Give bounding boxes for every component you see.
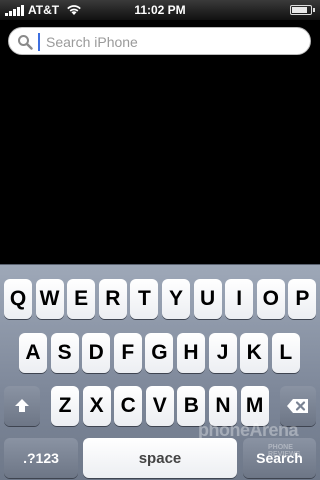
watermark-subtext: PHONE REVIEWS xyxy=(268,444,301,458)
key-h[interactable]: H xyxy=(177,333,205,373)
key-k[interactable]: K xyxy=(240,333,269,373)
key-o[interactable]: O xyxy=(256,279,285,319)
numbers-key[interactable]: .?123 xyxy=(4,438,78,478)
battery-icon xyxy=(290,5,315,15)
key-c[interactable]: C xyxy=(114,386,143,426)
key-i[interactable]: I xyxy=(225,279,254,319)
key-l[interactable]: L xyxy=(271,333,300,373)
key-j[interactable]: J xyxy=(208,333,237,373)
search-icon xyxy=(18,35,33,50)
key-a[interactable]: A xyxy=(19,333,47,373)
key-u[interactable]: U xyxy=(193,279,222,319)
key-s[interactable]: S xyxy=(50,333,79,373)
shift-key[interactable] xyxy=(4,386,40,426)
key-z[interactable]: Z xyxy=(51,386,79,426)
key-g[interactable]: G xyxy=(145,333,174,373)
key-p[interactable]: P xyxy=(288,279,317,319)
search-input[interactable]: Search iPhone xyxy=(8,27,311,55)
search-bar: Search iPhone xyxy=(0,20,320,64)
text-cursor xyxy=(38,33,40,51)
status-bar: AT&T 11:02 PM xyxy=(0,0,320,20)
key-d[interactable]: D xyxy=(82,333,111,373)
clock: 11:02 PM xyxy=(134,3,186,17)
backspace-icon xyxy=(287,399,308,413)
key-y[interactable]: Y xyxy=(162,279,190,319)
key-x[interactable]: X xyxy=(82,386,111,426)
shift-icon xyxy=(15,399,29,412)
search-placeholder: Search iPhone xyxy=(46,34,138,50)
space-key[interactable]: space xyxy=(83,438,237,478)
key-f[interactable]: F xyxy=(113,333,142,373)
key-v[interactable]: V xyxy=(145,386,174,426)
watermark-text: phoneArena xyxy=(198,420,299,440)
key-w[interactable]: W xyxy=(35,279,64,319)
key-e[interactable]: E xyxy=(67,279,96,319)
key-r[interactable]: R xyxy=(98,279,127,319)
key-q[interactable]: Q xyxy=(4,279,32,319)
key-t[interactable]: T xyxy=(130,279,159,319)
